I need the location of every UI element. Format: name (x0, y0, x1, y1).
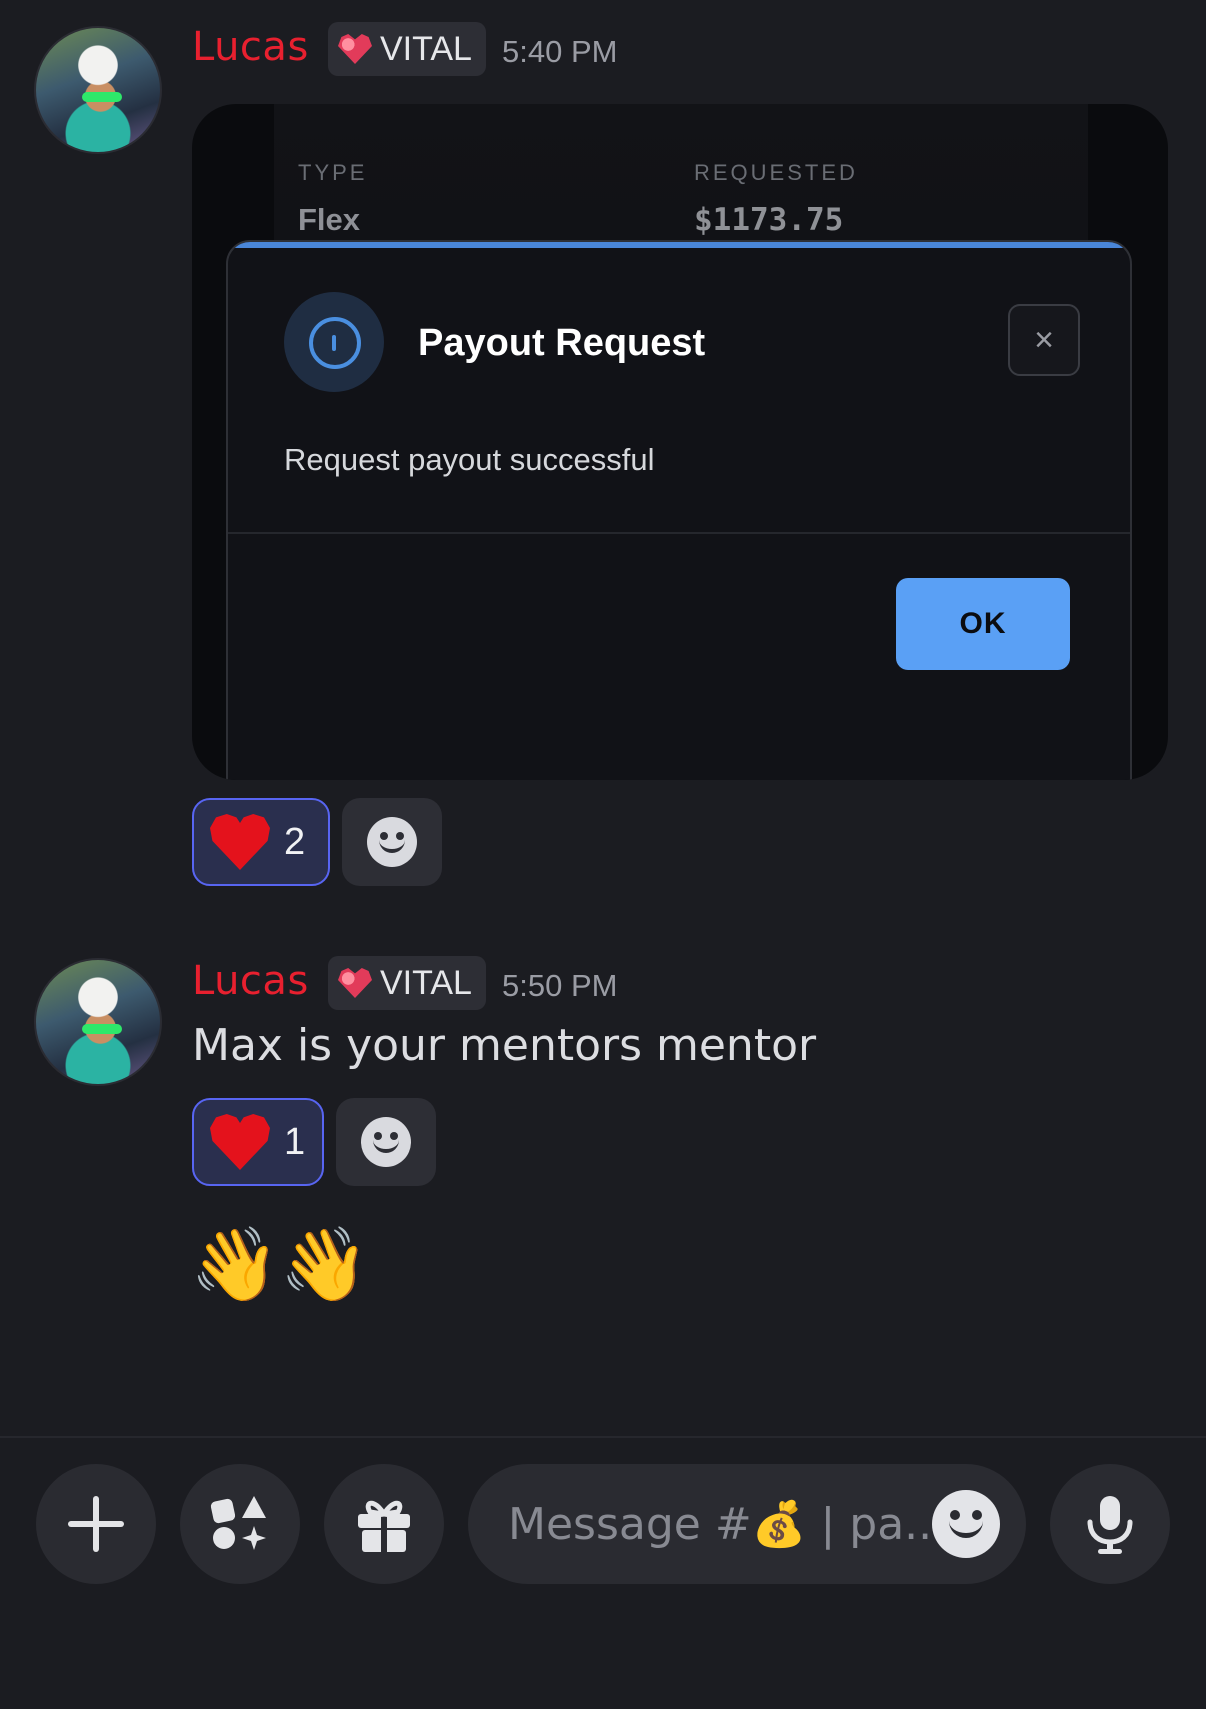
modal-title: Payout Request (418, 322, 706, 364)
role-tag[interactable]: VITAL (328, 956, 486, 1010)
reaction-count: 1 (284, 1120, 306, 1163)
emoji-icon (367, 817, 417, 867)
role-tag-label: VITAL (380, 29, 472, 68)
pixel-heart-icon (338, 34, 372, 64)
gift-icon (358, 1500, 410, 1552)
ok-button[interactable]: OK (896, 578, 1070, 670)
apps-button[interactable] (180, 1464, 300, 1584)
close-icon: × (1034, 320, 1054, 359)
emoji-icon (361, 1117, 411, 1167)
avatar[interactable] (34, 958, 162, 1086)
plus-icon (68, 1496, 124, 1552)
screenshot-attachment[interactable]: TYPE REQUESTED Flex $1173.75 Payout Requ… (192, 104, 1168, 780)
add-reaction-button[interactable] (342, 798, 442, 886)
add-reaction-button[interactable] (336, 1098, 436, 1186)
modal-accent-bar (228, 242, 1130, 248)
heart-icon (210, 1114, 270, 1170)
modal-divider (228, 532, 1130, 534)
role-tag[interactable]: VITAL (328, 22, 486, 76)
heart-reaction[interactable]: 1 (192, 1098, 324, 1186)
waving-hands-emoji: 👋👋 (190, 1225, 370, 1305)
payout-modal: Payout Request × Request payout successf… (226, 240, 1132, 780)
pixel-heart-icon (338, 968, 372, 998)
modal-message: Request payout successful (284, 442, 655, 477)
username[interactable]: Lucas (192, 958, 309, 1004)
table-header-type: TYPE (298, 160, 368, 185)
apps-icon (210, 1496, 266, 1550)
message-placeholder: Message #💰 | pa... (508, 1499, 947, 1550)
close-button[interactable]: × (1008, 304, 1080, 376)
timestamp: 5:50 PM (502, 968, 618, 1003)
message-text: Max is your mentors mentor (192, 1020, 817, 1071)
info-icon (284, 292, 384, 392)
voice-message-button[interactable] (1050, 1464, 1170, 1584)
username[interactable]: Lucas (192, 24, 309, 70)
emoji-picker-button[interactable] (932, 1490, 1000, 1558)
table-header-requested: REQUESTED (694, 160, 858, 185)
avatar[interactable] (34, 26, 162, 154)
table-cell-type: Flex (298, 202, 361, 237)
table-cell-requested: $1173.75 (694, 202, 844, 238)
gift-button[interactable] (324, 1464, 444, 1584)
timestamp: 5:40 PM (502, 34, 618, 69)
composer-divider (0, 1436, 1206, 1438)
heart-icon (210, 814, 270, 870)
reaction-count: 2 (284, 820, 306, 863)
heart-reaction[interactable]: 2 (192, 798, 330, 886)
microphone-icon (1087, 1496, 1133, 1554)
add-attachment-button[interactable] (36, 1464, 156, 1584)
role-tag-label: VITAL (380, 963, 472, 1002)
